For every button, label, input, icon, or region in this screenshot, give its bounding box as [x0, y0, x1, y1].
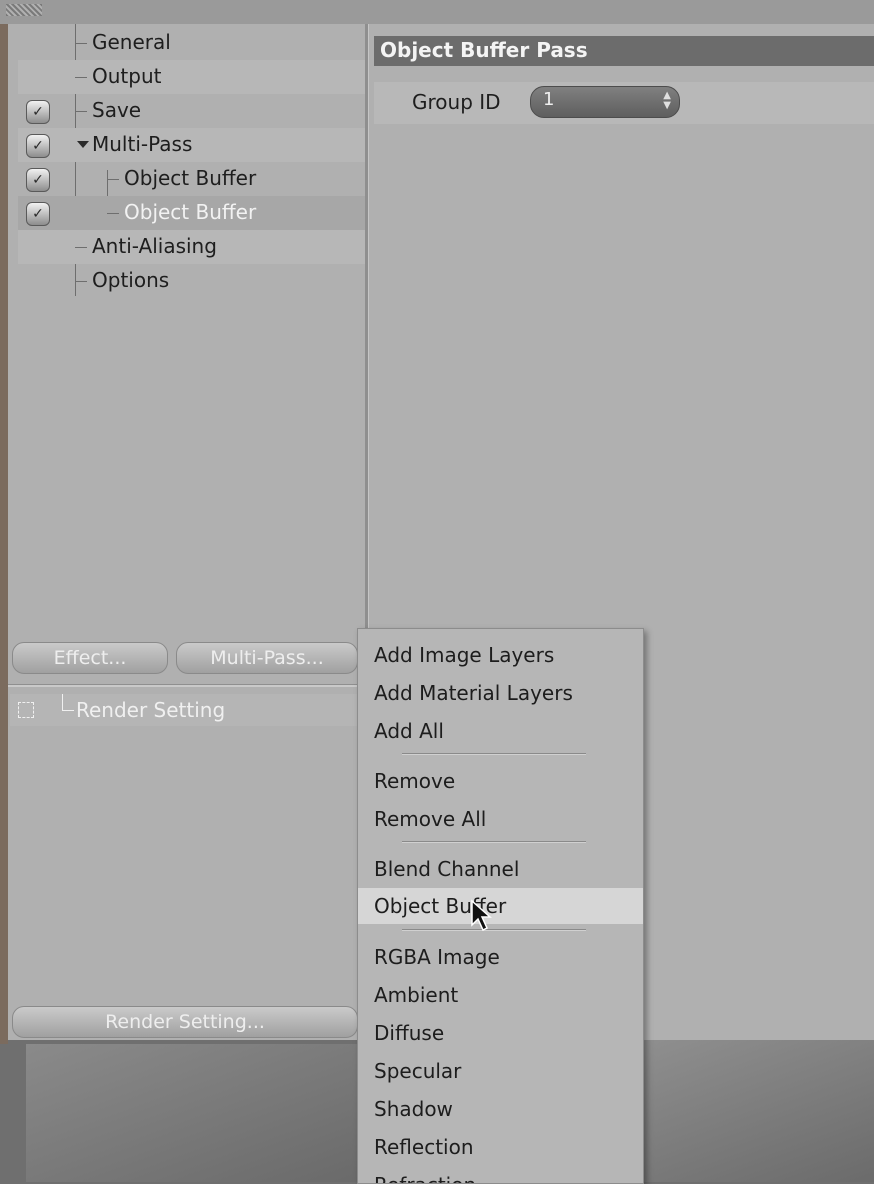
multi-pass-button[interactable]: Multi-Pass... [176, 642, 358, 674]
menu-item-object-buffer[interactable]: Object Buffer [358, 888, 643, 924]
menu-item-diffuse[interactable]: Diffuse [358, 1015, 643, 1051]
background-edge [0, 24, 8, 1044]
check-icon[interactable]: ✓ [26, 134, 50, 158]
tree-item-label: Object Buffer [124, 200, 257, 224]
menu-item-label: Remove [374, 769, 456, 793]
tree-item-label: Object Buffer [124, 166, 257, 190]
window-top-strip [0, 0, 874, 24]
tree-item-anti-aliasing[interactable]: Anti-Aliasing [18, 230, 368, 264]
menu-item-label: RGBA Image [374, 945, 500, 969]
resize-grip[interactable] [6, 4, 42, 16]
tree-item-object-buffer-2[interactable]: ✓ Object Buffer [18, 196, 368, 230]
render-setting-label: Render Setting [76, 698, 226, 722]
menu-item-label: Refraction [374, 1173, 476, 1183]
render-setting-item[interactable]: Render Setting [10, 694, 360, 726]
tree-item-label: General [92, 30, 171, 54]
attributes-header-title: Object Buffer Pass [380, 38, 588, 62]
menu-separator [402, 929, 586, 931]
group-id-label: Group ID [412, 90, 501, 114]
tree-item-save[interactable]: ✓ Save [18, 94, 368, 128]
render-setting-icon [18, 702, 34, 718]
viewport-background [26, 1044, 362, 1182]
menu-item-ambient[interactable]: Ambient [358, 977, 643, 1013]
menu-item-label: Add Image Layers [374, 643, 555, 667]
tree-item-label: Multi-Pass [92, 132, 193, 156]
mouse-cursor-icon [471, 899, 492, 932]
check-icon[interactable]: ✓ [26, 168, 50, 192]
check-icon[interactable]: ✓ [26, 100, 50, 124]
menu-item-add-all[interactable]: Add All [358, 713, 643, 749]
settings-tree: General Output ✓ Save ✓ Multi-Pass ✓ Obj… [8, 24, 368, 324]
menu-item-blend-channel[interactable]: Blend Channel [358, 851, 643, 887]
menu-item-label: Reflection [374, 1135, 474, 1159]
menu-item-label: Blend Channel [374, 857, 520, 881]
group-id-row: Group ID 1 ▲ ▼ [374, 82, 874, 124]
tree-item-label: Output [92, 64, 162, 88]
menu-item-add-material-layers[interactable]: Add Material Layers [358, 675, 643, 711]
viewport-background-right [640, 1040, 874, 1182]
menu-item-label: Shadow [374, 1097, 453, 1121]
attributes-header: Object Buffer Pass [374, 36, 874, 66]
menu-item-shadow[interactable]: Shadow [358, 1091, 643, 1127]
tree-item-output[interactable]: Output [18, 60, 368, 94]
menu-item-remove[interactable]: Remove [358, 763, 643, 799]
tree-item-object-buffer-1[interactable]: ✓ Object Buffer [18, 162, 368, 196]
group-id-stepper[interactable]: 1 ▲ ▼ [530, 86, 680, 118]
tree-item-label: Anti-Aliasing [92, 234, 217, 258]
menu-item-label: Specular [374, 1059, 462, 1083]
section-divider [8, 684, 365, 687]
expand-triangle-icon[interactable] [77, 141, 89, 148]
menu-separator [402, 841, 586, 843]
effect-button[interactable]: Effect... [12, 642, 168, 674]
tree-item-general[interactable]: General [18, 26, 368, 60]
menu-item-refraction[interactable]: Refraction [358, 1167, 643, 1183]
check-icon[interactable]: ✓ [26, 202, 50, 226]
render-setting-button[interactable]: Render Setting... [12, 1006, 358, 1038]
menu-item-rgba-image[interactable]: RGBA Image [358, 939, 643, 975]
menu-item-label: Remove All [374, 807, 487, 831]
multi-pass-dropdown-menu: Add Image Layers Add Material Layers Add… [357, 628, 644, 1184]
menu-separator [402, 753, 586, 755]
tree-item-label: Options [92, 268, 170, 292]
menu-item-remove-all[interactable]: Remove All [358, 801, 643, 837]
tree-item-label: Save [92, 98, 142, 122]
stepper-arrows-icon[interactable]: ▲ ▼ [663, 91, 671, 111]
menu-item-label: Ambient [374, 983, 459, 1007]
group-id-value: 1 [543, 89, 555, 110]
menu-item-label: Add All [374, 719, 444, 743]
menu-item-label: Diffuse [374, 1021, 445, 1045]
menu-item-specular[interactable]: Specular [358, 1053, 643, 1089]
menu-item-label: Add Material Layers [374, 681, 573, 705]
menu-item-add-image-layers[interactable]: Add Image Layers [358, 637, 643, 673]
tree-item-multi-pass[interactable]: ✓ Multi-Pass [18, 128, 368, 162]
menu-item-reflection[interactable]: Reflection [358, 1129, 643, 1165]
tree-item-options[interactable]: Options [18, 264, 368, 298]
